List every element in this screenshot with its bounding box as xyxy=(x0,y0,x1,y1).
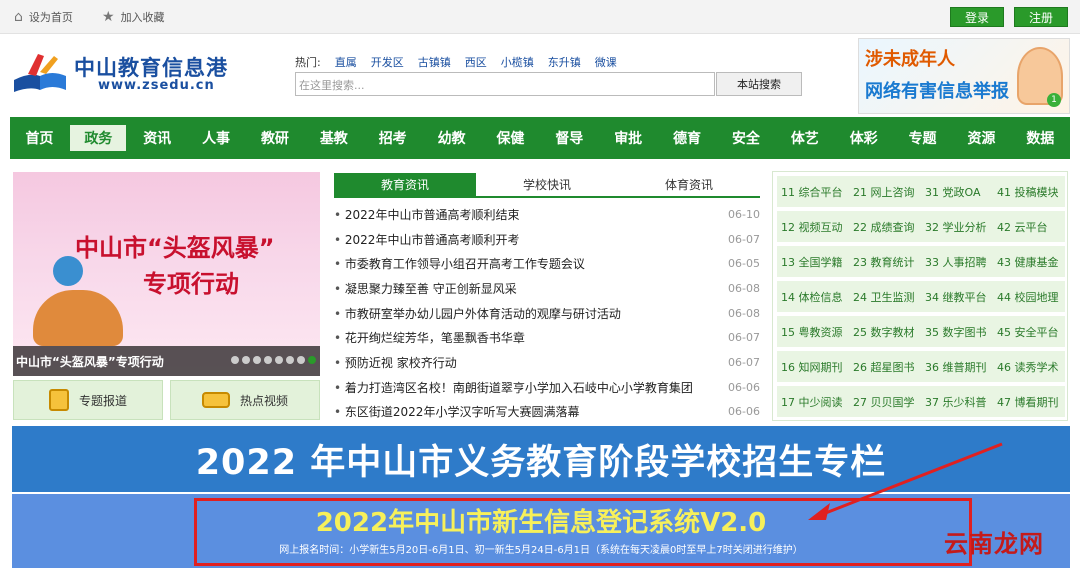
watermark: 云南龙网 xyxy=(944,530,1044,558)
annotation-arrow-icon xyxy=(808,442,1003,520)
